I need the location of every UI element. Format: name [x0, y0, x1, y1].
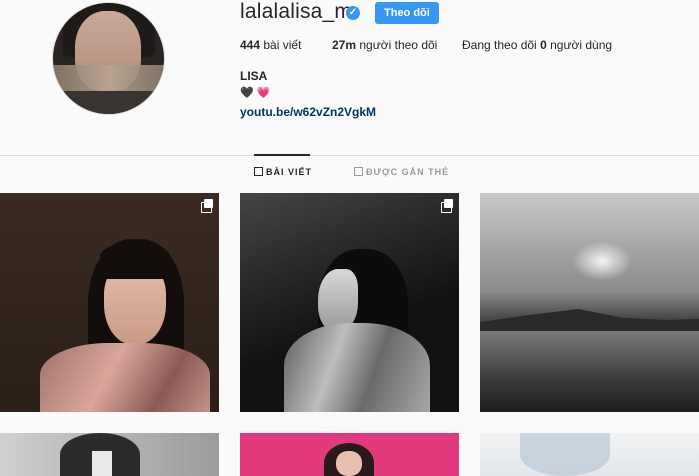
photo-face [336, 451, 362, 476]
followers-count: 27m [332, 38, 357, 52]
post-thumbnail[interactable] [480, 433, 699, 476]
following-count: 0 [540, 38, 547, 52]
tab-posts-label: BÀI VIẾT [266, 167, 313, 177]
grid-icon [254, 167, 263, 176]
black-heart-emoji: 🖤 [240, 87, 254, 99]
tab-posts[interactable]: BÀI VIẾT [254, 167, 312, 177]
following-stat[interactable]: Đang theo dõi 0 người dùng [462, 38, 612, 52]
verified-badge-icon: ✓ [346, 6, 360, 20]
posts-count: 444 [240, 38, 261, 52]
profile-avatar[interactable] [52, 2, 165, 115]
followers-label: người theo dõi [359, 38, 438, 52]
profile-username: lalalalisa_m [240, 0, 353, 23]
tab-tagged[interactable]: ĐƯỢC GẮN THẺ [354, 167, 449, 177]
photo-face [318, 269, 358, 331]
photo-sun [572, 241, 632, 281]
post-thumbnail[interactable] [0, 433, 219, 476]
instagram-profile-page: lalalalisa_m ✓ Theo dõi 444 bài viết 27m… [0, 0, 699, 476]
multiple-photos-icon [201, 199, 213, 213]
tab-tagged-label: ĐƯỢC GẮN THẺ [366, 167, 450, 177]
post-thumbnail[interactable] [0, 193, 219, 412]
bio-link[interactable]: youtu.be/w62vZn2VgkM [240, 105, 376, 119]
posts-stat: 444 bài viết [240, 38, 301, 52]
photo-bangs [100, 243, 170, 279]
photo-island [480, 309, 699, 331]
photo-cloud [520, 433, 610, 476]
follow-button[interactable]: Theo dõi [375, 2, 439, 24]
following-suffix: người dùng [550, 38, 613, 52]
post-thumbnail[interactable] [240, 433, 459, 476]
tabs-divider [0, 155, 699, 156]
avatar-hand [53, 65, 164, 93]
photo-body [284, 323, 430, 412]
photo-top [40, 343, 210, 412]
active-tab-indicator [254, 154, 310, 156]
photo-sea [480, 331, 699, 412]
bio-name: LISA [240, 69, 268, 83]
post-thumbnail[interactable] [480, 193, 699, 412]
followers-stat[interactable]: 27m người theo dõi [332, 38, 437, 52]
following-prefix: Đang theo dõi [462, 38, 537, 52]
multiple-photos-icon [441, 199, 453, 213]
post-thumbnail[interactable] [240, 193, 459, 412]
posts-label: bài viết [263, 38, 302, 52]
tagged-icon [354, 167, 363, 176]
avatar-shirt [53, 91, 164, 114]
pink-heart-emoji: 💗 [256, 87, 271, 99]
photo-phone [92, 451, 112, 476]
bio-emoji: 🖤 💗 [240, 86, 270, 99]
